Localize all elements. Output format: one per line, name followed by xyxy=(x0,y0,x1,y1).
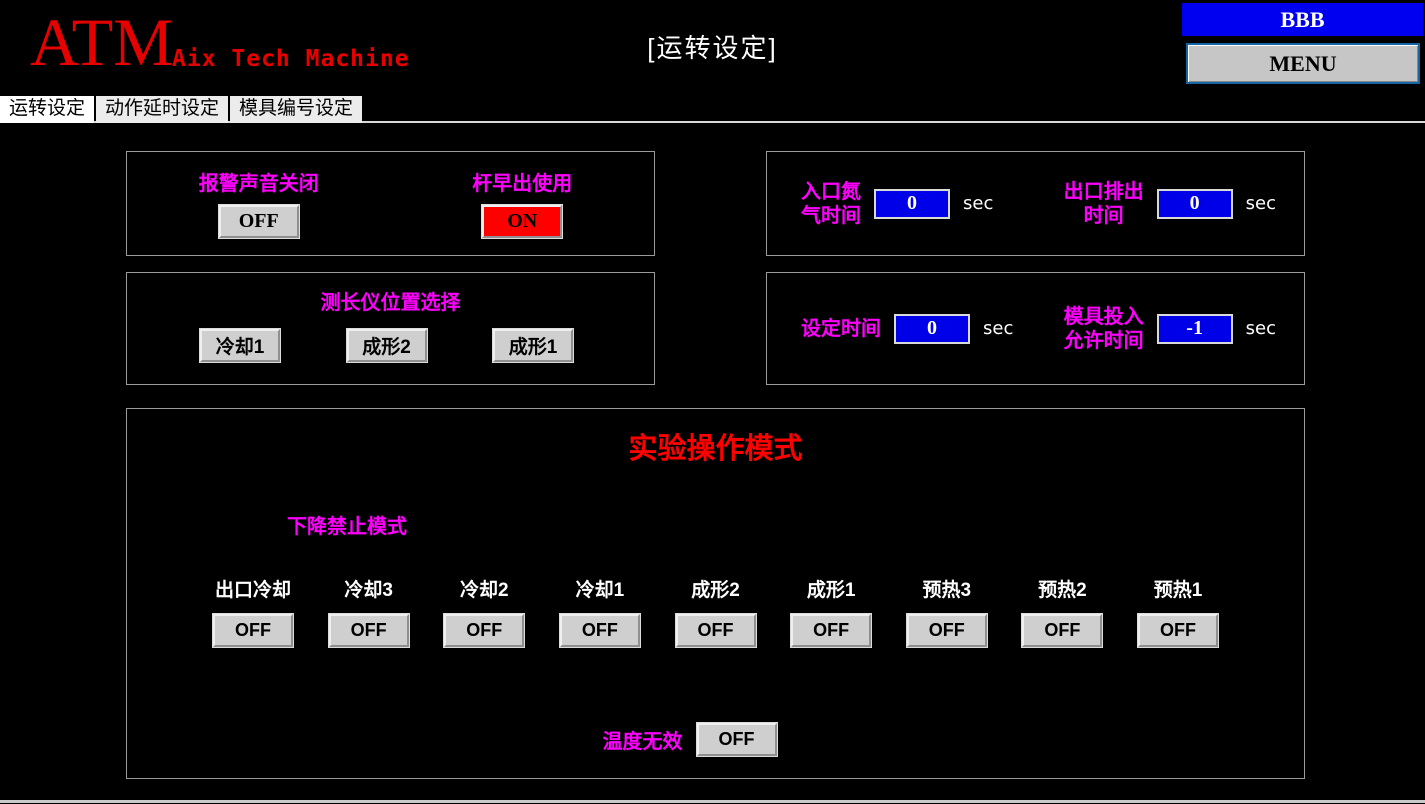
toggle-preheat1: 预热1 OFF xyxy=(1133,575,1223,647)
nitrogen-time-panel: 入口氮 气时间 0 sec 出口排出 时间 0 sec xyxy=(766,151,1305,256)
mold-insert-allow-time-unit: sec xyxy=(1246,318,1276,339)
tab-bar: 运转设定 动作延时设定 模具编号设定 xyxy=(0,96,1425,123)
tab-operation-settings[interactable]: 运转设定 xyxy=(0,96,94,123)
toggle-preheat1-button[interactable]: OFF xyxy=(1138,614,1218,647)
inlet-nitrogen-time-label: 入口氮 气时间 xyxy=(801,180,861,228)
toggle-label: 预热1 xyxy=(1154,575,1203,602)
menu-button[interactable]: MENU xyxy=(1186,43,1420,84)
toggle-label: 预热2 xyxy=(1038,575,1087,602)
experiment-mode-title: 实验操作模式 xyxy=(127,425,1304,467)
descend-inhibit-toggle-row: 出口冷却 OFF 冷却3 OFF 冷却2 OFF 冷却1 OFF 成形2 OFF… xyxy=(127,575,1304,647)
toggle-forming2-button[interactable]: OFF xyxy=(676,614,756,647)
toggle-preheat3: 预热3 OFF xyxy=(902,575,992,647)
toggle-cooling3-button[interactable]: OFF xyxy=(329,614,409,647)
toggle-label: 预热3 xyxy=(922,575,971,602)
toggle-outlet-cooling-button[interactable]: OFF xyxy=(213,614,293,647)
length-gauge-title: 测长仪位置选择 xyxy=(127,286,654,315)
outlet-exhaust-time-label: 出口排出 时间 xyxy=(1064,180,1144,228)
label-line1: 模具投入 xyxy=(1064,305,1144,329)
toggle-cooling2: 冷却2 OFF xyxy=(439,575,529,647)
outlet-exhaust-time-field: 出口排出 时间 0 sec xyxy=(1064,180,1276,228)
toggle-cooling3: 冷却3 OFF xyxy=(324,575,414,647)
set-time-field: 设定时间 0 sec xyxy=(801,314,1013,344)
toggle-label: 成形2 xyxy=(691,575,740,602)
toggle-preheat2: 预热2 OFF xyxy=(1017,575,1107,647)
mold-insert-allow-time-input[interactable]: -1 xyxy=(1157,314,1233,344)
mold-insert-allow-time-field: 模具投入 允许时间 -1 sec xyxy=(1064,305,1276,353)
tab-mold-number-settings[interactable]: 模具编号设定 xyxy=(230,96,362,123)
temperature-invalid-group: 温度无效 OFF xyxy=(101,723,1278,756)
temperature-invalid-label: 温度无效 xyxy=(603,725,683,754)
toggle-outlet-cooling: 出口冷却 OFF xyxy=(208,575,298,647)
alarm-sound-label: 报警声音关闭 xyxy=(199,167,319,196)
inlet-nitrogen-time-unit: sec xyxy=(963,193,993,214)
toggle-cooling1-button[interactable]: OFF xyxy=(560,614,640,647)
rod-early-out-toggle[interactable]: ON xyxy=(482,205,562,238)
label-line2: 气时间 xyxy=(801,204,861,228)
toggle-label: 冷却2 xyxy=(460,575,509,602)
hmi-screen: ATM Aix Tech Machine [运转设定] BBB MENU 运转设… xyxy=(0,0,1425,804)
status-banner: BBB xyxy=(1182,3,1423,36)
experiment-mode-panel: 实验操作模式 下降禁止模式 出口冷却 OFF 冷却3 OFF 冷却2 OFF 冷… xyxy=(126,408,1305,779)
descend-inhibit-mode-label: 下降禁止模式 xyxy=(287,510,1304,539)
rod-early-out-group: 杆早出使用 ON xyxy=(391,152,655,255)
temperature-invalid-toggle[interactable]: OFF xyxy=(697,723,777,756)
rod-early-out-label: 杆早出使用 xyxy=(472,167,572,196)
outlet-exhaust-time-unit: sec xyxy=(1246,193,1276,214)
toggle-label: 出口冷却 xyxy=(215,575,291,602)
toggle-cooling2-button[interactable]: OFF xyxy=(444,614,524,647)
set-time-label: 设定时间 xyxy=(801,317,881,341)
toggle-label: 冷却1 xyxy=(576,575,625,602)
toggle-preheat3-button[interactable]: OFF xyxy=(907,614,987,647)
gauge-position-cooling1-button[interactable]: 冷却1 xyxy=(200,329,280,362)
label-line1: 入口氮 xyxy=(801,180,861,204)
toggle-preheat2-button[interactable]: OFF xyxy=(1022,614,1102,647)
gauge-position-forming2-button[interactable]: 成形2 xyxy=(347,329,427,362)
toggle-forming2: 成形2 OFF xyxy=(671,575,761,647)
screen-bottom-divider xyxy=(0,800,1425,803)
label-line2: 允许时间 xyxy=(1064,329,1144,353)
label-line1: 设定时间 xyxy=(801,317,881,341)
set-time-unit: sec xyxy=(983,318,1013,339)
set-time-panel: 设定时间 0 sec 模具投入 允许时间 -1 sec xyxy=(766,272,1305,385)
gauge-position-forming1-button[interactable]: 成形1 xyxy=(493,329,573,362)
toggle-label: 成形1 xyxy=(807,575,856,602)
tab-action-delay-settings[interactable]: 动作延时设定 xyxy=(96,96,228,123)
outlet-exhaust-time-input[interactable]: 0 xyxy=(1157,189,1233,219)
alarm-rod-panel: 报警声音关闭 OFF 杆早出使用 ON xyxy=(126,151,655,256)
label-line2: 时间 xyxy=(1064,204,1144,228)
alarm-sound-toggle[interactable]: OFF xyxy=(219,205,299,238)
label-line1: 出口排出 xyxy=(1064,180,1144,204)
set-time-input[interactable]: 0 xyxy=(894,314,970,344)
length-gauge-panel: 测长仪位置选择 冷却1 成形2 成形1 xyxy=(126,272,655,385)
inlet-nitrogen-time-field: 入口氮 气时间 0 sec xyxy=(801,180,993,228)
mold-insert-allow-time-label: 模具投入 允许时间 xyxy=(1064,305,1144,353)
toggle-label: 冷却3 xyxy=(344,575,393,602)
alarm-sound-group: 报警声音关闭 OFF xyxy=(127,152,391,255)
toggle-forming1: 成形1 OFF xyxy=(786,575,876,647)
inlet-nitrogen-time-input[interactable]: 0 xyxy=(874,189,950,219)
toggle-forming1-button[interactable]: OFF xyxy=(791,614,871,647)
toggle-cooling1: 冷却1 OFF xyxy=(555,575,645,647)
